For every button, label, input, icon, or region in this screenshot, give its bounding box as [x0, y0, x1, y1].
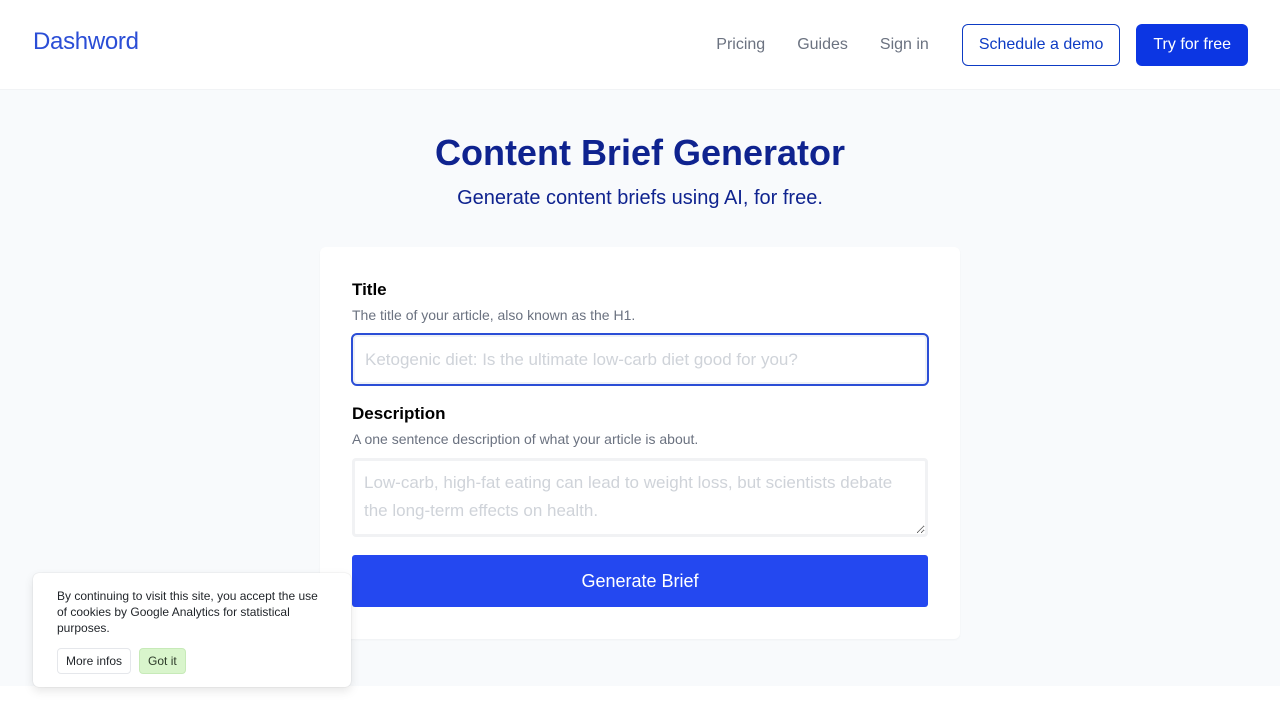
site-header: Dashword Pricing Guides Sign in Schedule… — [0, 0, 1280, 89]
nav-link-guides[interactable]: Guides — [797, 24, 848, 66]
logo-link[interactable]: Dashword — [33, 28, 139, 56]
description-help-text: A one sentence description of what your … — [352, 431, 699, 447]
description-textarea[interactable] — [352, 458, 928, 537]
cookie-more-info-button[interactable]: More infos — [57, 648, 132, 674]
cookie-banner: By continuing to visit this site, you ac… — [33, 573, 351, 687]
description-label: Description — [352, 404, 446, 423]
generate-brief-button[interactable]: Generate Brief — [352, 555, 928, 607]
try-for-free-button[interactable]: Try for free — [1136, 24, 1248, 66]
nav-link-sign-in[interactable]: Sign in — [880, 24, 929, 66]
main-nav: Pricing Guides Sign in Schedule a demo T… — [716, 24, 1248, 66]
title-label: Title — [352, 280, 387, 299]
schedule-demo-button[interactable]: Schedule a demo — [961, 24, 1121, 66]
nav-link-pricing[interactable]: Pricing — [716, 24, 765, 66]
title-input[interactable] — [351, 333, 929, 386]
cookie-actions: More infos Got it — [57, 648, 327, 674]
page-subtitle: Generate content briefs using AI, for fr… — [457, 187, 823, 209]
cookie-message: By continuing to visit this site, you ac… — [57, 589, 318, 635]
cookie-accept-button[interactable]: Got it — [139, 648, 186, 674]
title-help-text: The title of your article, also known as… — [352, 307, 636, 323]
brief-form-card: Title The title of your article, also kn… — [320, 247, 960, 639]
page-title: Content Brief Generator — [434, 132, 846, 173]
